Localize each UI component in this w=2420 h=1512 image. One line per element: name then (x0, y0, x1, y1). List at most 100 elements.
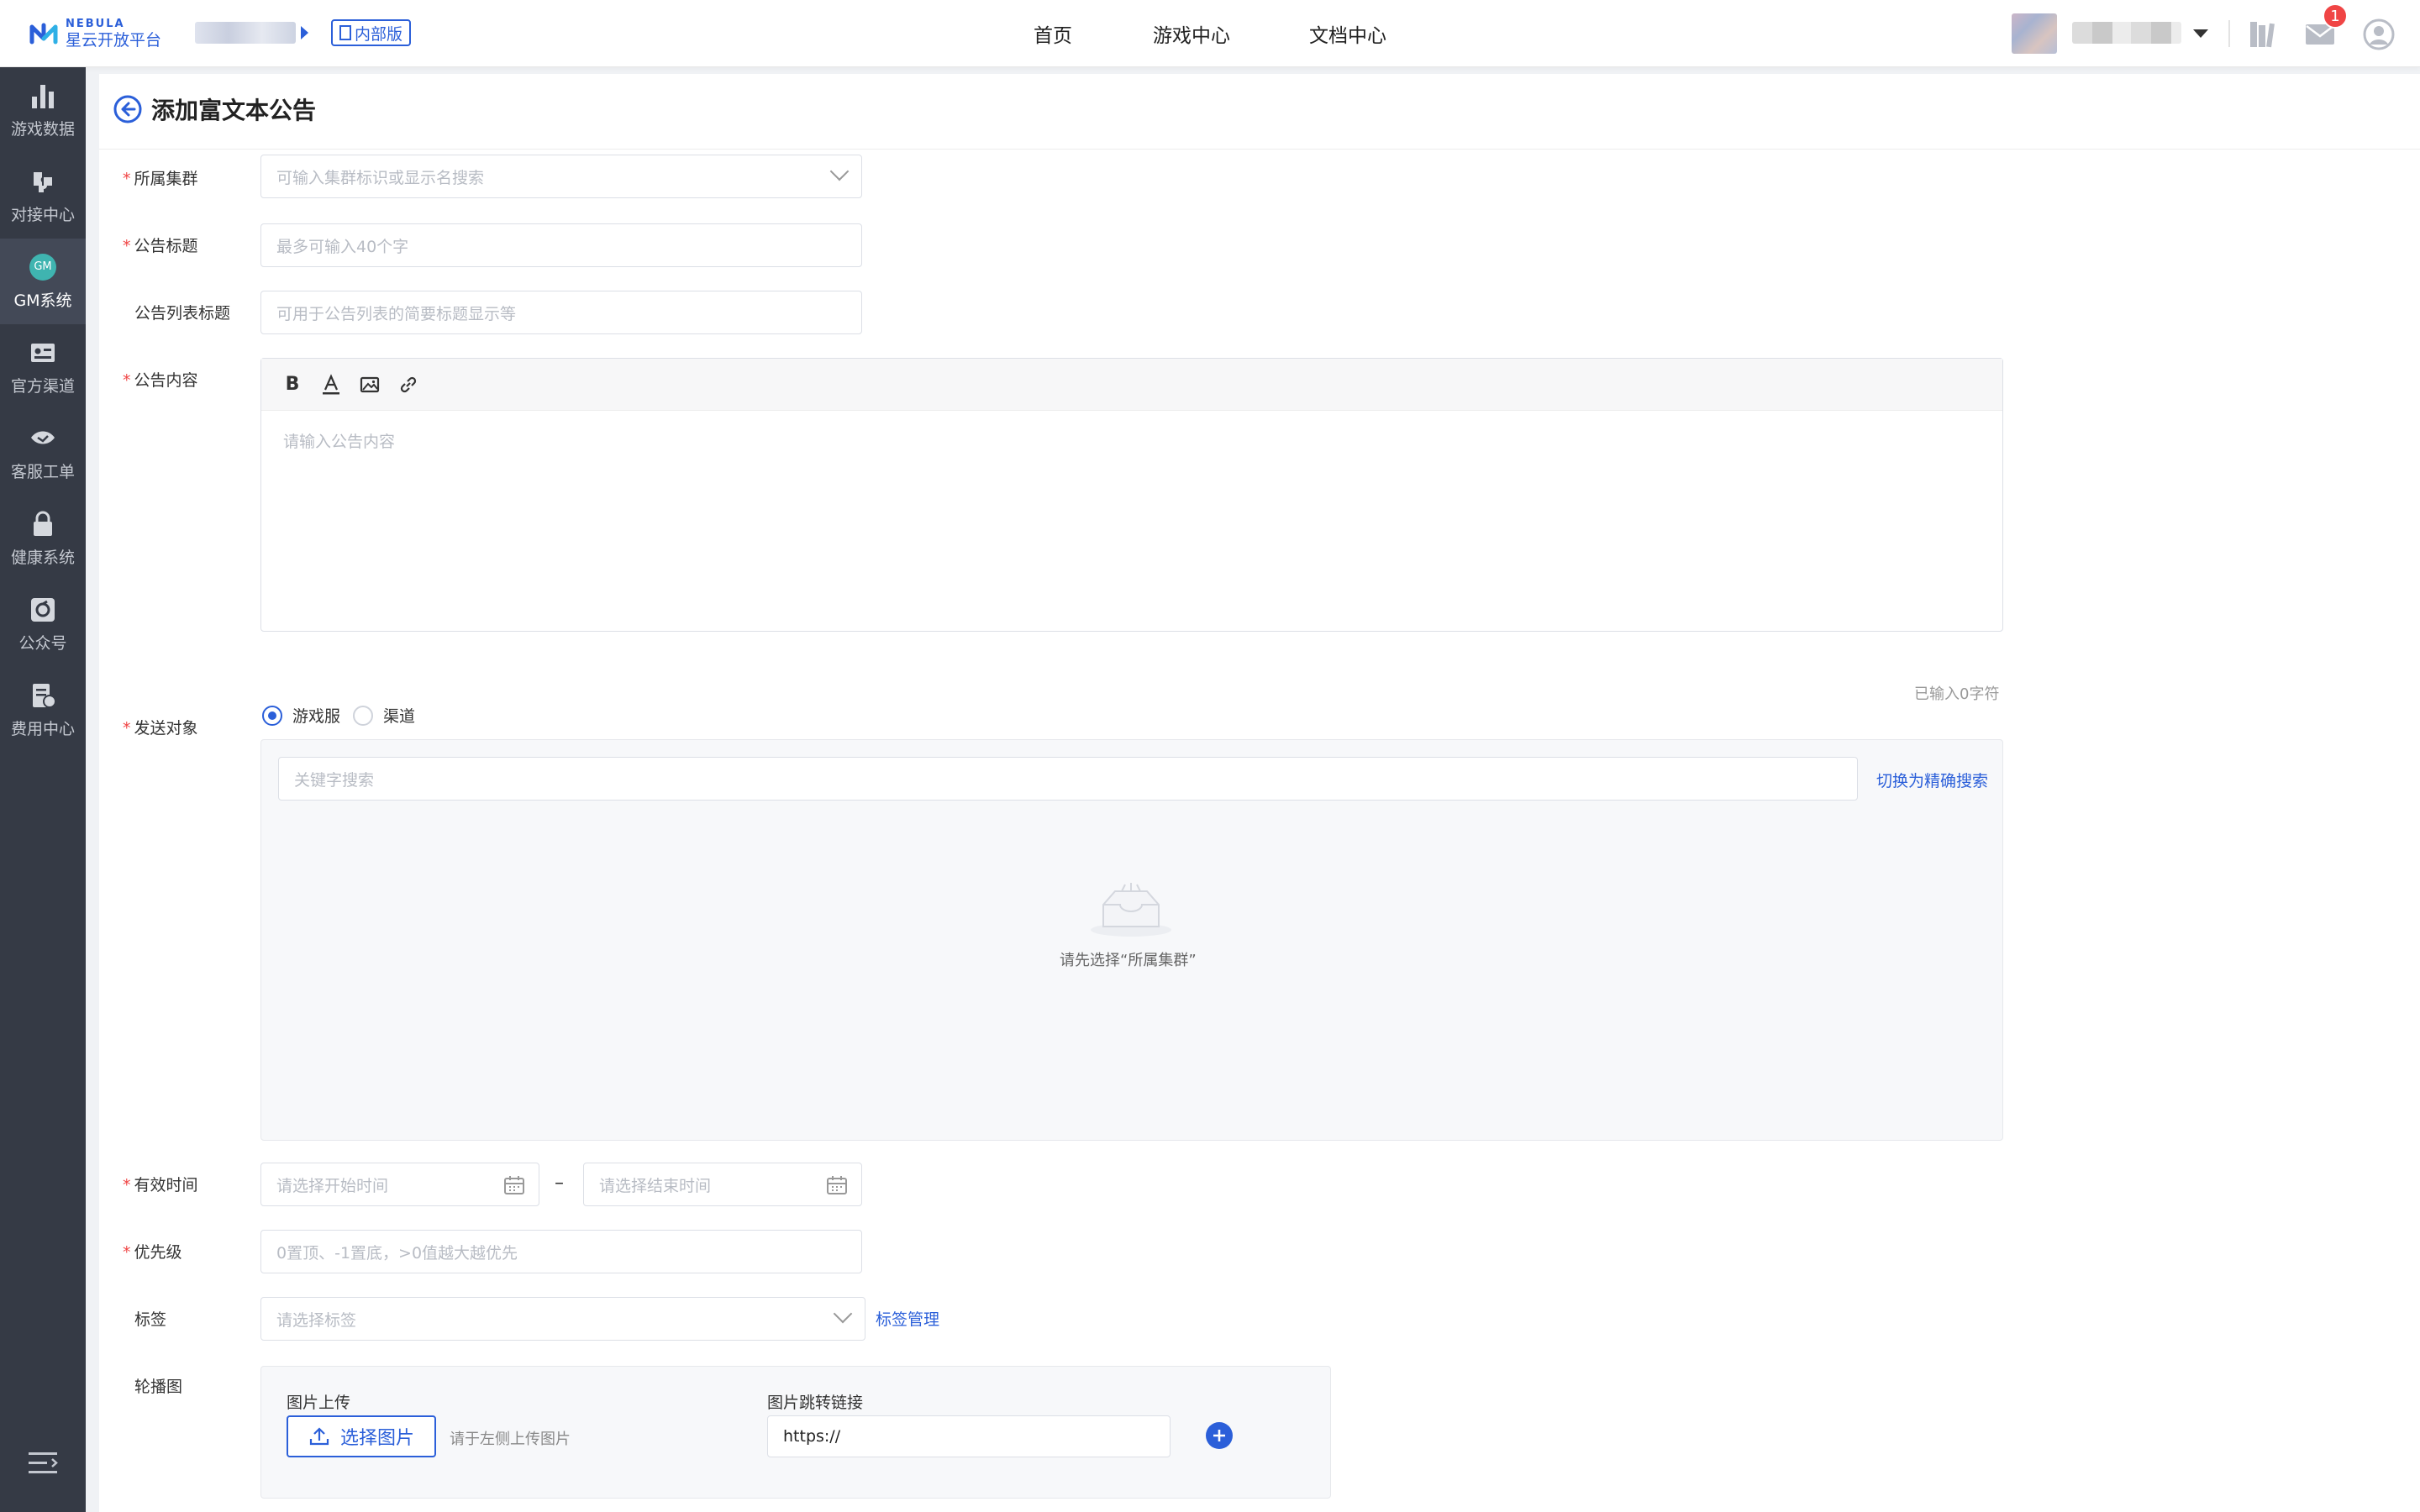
radio-game-server[interactable]: 游戏服 (262, 704, 340, 727)
page-header: 添加富文本公告 (99, 74, 2420, 150)
bold-icon[interactable]: B (281, 374, 303, 396)
lock-icon (34, 511, 52, 536)
document-icon (339, 25, 351, 40)
add-carousel-item-button[interactable] (1206, 1422, 1233, 1449)
select-image-label: 选择图片 (340, 1428, 415, 1449)
cluster-placeholder: 可输入集群标识或显示名搜索 (276, 168, 485, 187)
caret-right-icon[interactable] (301, 26, 308, 39)
bar-chart-icon (32, 84, 54, 108)
priority-label: * 优先级 (123, 1243, 182, 1262)
list-title-input[interactable]: 可用于公告列表的简要标题显示等 (260, 291, 862, 334)
image-link-value: https:// (783, 1427, 841, 1446)
upload-icon (309, 1427, 329, 1446)
title-input[interactable]: 最多可输入40个字 (260, 223, 862, 267)
upload-hint: 请于左侧上传图片 (450, 1431, 571, 1448)
tags-select[interactable]: 请选择标签 (260, 1297, 865, 1341)
target-label: * 发送对象 (123, 719, 198, 738)
sidebar-item-label: 客服工单 (10, 462, 75, 481)
editor-toolbar: B (261, 359, 2002, 411)
end-time-picker[interactable]: 请选择结束时间 (583, 1163, 862, 1206)
target-selector-panel: 关键字搜索 切换为精确搜索 请先选择“所属集群” (260, 739, 2003, 1141)
bill-icon (33, 683, 56, 708)
title-label: * 公告标题 (123, 237, 198, 255)
sidebar-item-billing[interactable]: 费用中心 (0, 667, 86, 753)
image-icon[interactable] (359, 374, 381, 396)
character-counter: 已输入0字符 (1914, 685, 2000, 703)
calendar-icon (827, 1176, 847, 1194)
header-divider (2228, 20, 2230, 47)
list-title-placeholder: 可用于公告列表的简要标题显示等 (276, 304, 517, 323)
empty-box-icon (1091, 883, 1171, 937)
books-icon[interactable] (2247, 18, 2279, 50)
priority-placeholder: 0置顶、-1置底，>0值越大越优先 (276, 1243, 518, 1263)
logo[interactable]: NEBULA 星云开放平台 (27, 15, 161, 52)
account-dropdown-icon[interactable] (2193, 29, 2208, 38)
sidebar-item-official-account[interactable]: 公众号 (0, 581, 86, 667)
select-image-button[interactable]: 选择图片 (287, 1415, 437, 1457)
cluster-label: * 所属集群 (123, 170, 198, 188)
cluster-select[interactable]: 可输入集群标识或显示名搜索 (260, 155, 862, 198)
radio-dot (353, 705, 373, 726)
rich-text-editor: B 请输入公告内容 (260, 358, 2003, 632)
image-upload-label: 图片上传 (287, 1394, 351, 1412)
list-title-label: 公告列表标题 (134, 304, 231, 323)
notification-badge[interactable]: 1 (2323, 3, 2348, 29)
valid-time-label: * 有效时间 (123, 1176, 198, 1194)
nav-home[interactable]: 首页 (1034, 0, 1072, 67)
tags-label: 标签 (134, 1310, 167, 1329)
sidebar-item-integration[interactable]: 对接中心 (0, 153, 86, 239)
start-time-picker[interactable]: 请选择开始时间 (260, 1163, 539, 1206)
sidebar-item-label: 费用中心 (10, 719, 75, 738)
image-link-input[interactable]: https:// (767, 1415, 1171, 1457)
sidebar-item-official-channel[interactable]: 官方渠道 (0, 324, 86, 410)
chevron-down-icon (829, 161, 850, 181)
nav-docs-center[interactable]: 文档中心 (1309, 0, 1386, 67)
service-icon (31, 431, 55, 444)
chevron-down-icon (833, 1304, 853, 1324)
sidebar-item-label: 健康系统 (10, 548, 75, 567)
start-time-placeholder: 请选择开始时间 (276, 1176, 389, 1195)
sidebar-item-label: 公众号 (18, 633, 67, 653)
switch-exact-search-link[interactable]: 切换为精确搜索 (1876, 769, 1988, 791)
content-placeholder[interactable]: 请输入公告内容 (283, 429, 395, 452)
keyword-search-input[interactable]: 关键字搜索 (278, 757, 1858, 801)
nav-game-center[interactable]: 游戏中心 (1153, 0, 1230, 67)
sidebar-item-customer-service[interactable]: 客服工单 (0, 410, 86, 496)
id-card-icon (31, 343, 55, 362)
internal-version-badge: 内部版 (331, 19, 412, 46)
empty-state-text: 请先选择“所属集群” (1060, 952, 1197, 969)
top-header: NEBULA 星云开放平台 内部版 首页 游戏中心 文档中心 1 (0, 0, 2420, 67)
plus-icon (1213, 1430, 1225, 1441)
account-name[interactable] (2072, 22, 2181, 44)
project-avatar[interactable] (2012, 13, 2057, 54)
internal-version-label: 内部版 (355, 24, 403, 44)
title-placeholder: 最多可输入40个字 (276, 237, 409, 256)
form-container: * 所属集群 可输入集群标识或显示名搜索 * 公告标题 最多可输入40个字 公告列表… (99, 150, 2420, 1512)
logo-chinese: 星云开放平台 (66, 31, 162, 50)
sidebar-item-gm[interactable]: GM GM系统 (0, 239, 86, 324)
sidebar-item-health-system[interactable]: 健康系统 (0, 496, 86, 581)
project-selector[interactable] (195, 22, 296, 44)
sidebar-item-label: 游戏数据 (10, 119, 75, 139)
collapse-menu-icon[interactable] (27, 1450, 59, 1477)
user-avatar-icon[interactable] (2363, 18, 2395, 50)
link-icon[interactable] (397, 374, 419, 396)
radio-channel[interactable]: 渠道 (353, 704, 415, 727)
priority-input[interactable]: 0置顶、-1置底，>0值越大越优先 (260, 1230, 862, 1273)
logo-english: NEBULA (66, 18, 125, 30)
calendar-icon (504, 1176, 524, 1194)
gm-icon: GM (29, 253, 56, 281)
page-title: 添加富文本公告 (151, 97, 317, 124)
radio-label: 渠道 (383, 707, 416, 726)
radio-dot (262, 705, 282, 726)
tag-management-link[interactable]: 标签管理 (876, 1307, 939, 1330)
back-arrow-icon[interactable] (113, 94, 143, 124)
sidebar-item-game-data[interactable]: 游戏数据 (0, 67, 86, 153)
puzzle-icon (34, 171, 52, 192)
sidebar-item-label: GM系统 (13, 291, 72, 310)
font-color-icon[interactable] (320, 373, 342, 396)
end-time-placeholder: 请选择结束时间 (599, 1176, 712, 1195)
sidebar-item-label: 对接中心 (10, 205, 75, 224)
carousel-panel: 图片上传 选择图片 请于左侧上传图片 图片跳转链接 https:// (260, 1366, 1331, 1499)
nebula-logo-icon (29, 23, 58, 45)
